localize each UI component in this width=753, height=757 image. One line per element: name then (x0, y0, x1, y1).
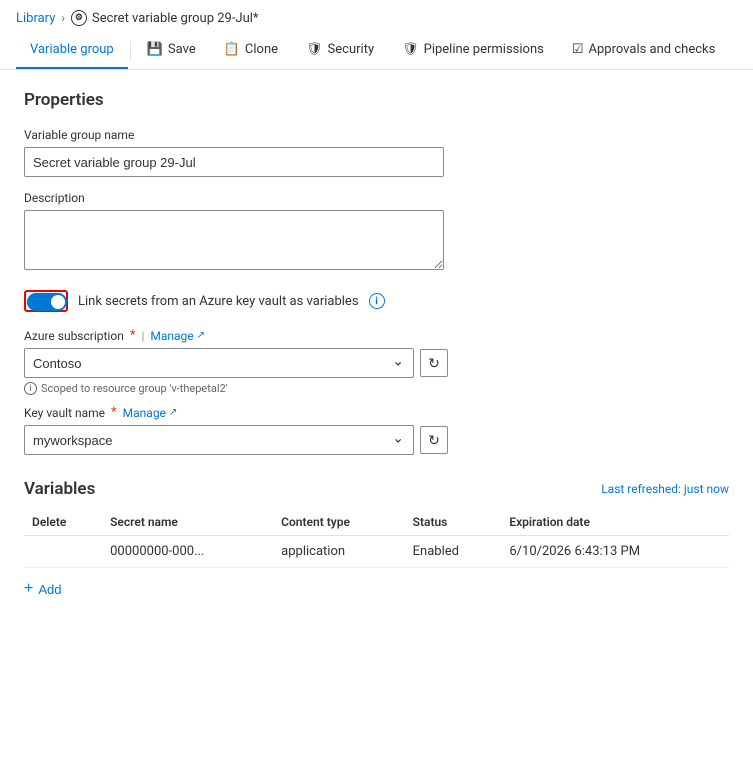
tab-security[interactable]: 🛡 Security (292, 32, 388, 69)
tab-save[interactable]: 💾 Save (133, 32, 210, 69)
description-input[interactable] (24, 210, 444, 270)
azure-subscription-section: Azure subscription * | Manage ↗ Contoso … (24, 328, 729, 455)
key-vault-select[interactable]: myworkspace (24, 425, 414, 455)
breadcrumb-separator: › (61, 11, 65, 25)
scope-info: i Scoped to resource group 'v-thepetal2' (24, 382, 729, 395)
variable-group-icon: ⚙ (71, 10, 87, 26)
table-row: 00000000-000... application Enabled 6/10… (24, 536, 729, 568)
tab-approvals-and-checks[interactable]: ☑ Approvals and checks (558, 32, 729, 69)
last-refreshed: Last refreshed: just now (601, 482, 729, 496)
clone-icon: 📋 (224, 42, 240, 57)
variable-group-name-label: Variable group name (24, 128, 729, 142)
scope-info-text: Scoped to resource group 'v-thepetal2' (41, 382, 228, 395)
key-vault-label: Key vault name (24, 406, 105, 420)
col-status: Status (405, 509, 502, 536)
breadcrumb: Library › ⚙ Secret variable group 29-Jul… (0, 0, 753, 32)
toggle-label: Link secrets from an Azure key vault as … (78, 294, 359, 309)
cell-delete (24, 536, 102, 568)
key-vault-external-icon: ↗ (169, 407, 177, 418)
variable-group-name-field: Variable group name (24, 128, 729, 177)
subscription-label-row: Azure subscription * | Manage ↗ (24, 328, 729, 343)
col-secret-name: Secret name (102, 509, 273, 536)
key-vault-label-row: Key vault name * Manage ↗ (24, 405, 729, 420)
approvals-tab-label: Approvals and checks (589, 42, 716, 57)
properties-title: Properties (24, 90, 729, 110)
description-field: Description (24, 191, 729, 274)
subscription-dropdown-container: Contoso (24, 348, 414, 378)
clone-tab-label: Clone (245, 42, 278, 57)
variables-title: Variables (24, 479, 95, 499)
tab-clone[interactable]: 📋 Clone (210, 32, 292, 69)
key-vault-dropdown-container: myworkspace (24, 425, 414, 455)
variables-header: Variables Last refreshed: just now (24, 479, 729, 499)
toggle-wrapper (24, 290, 68, 312)
key-vault-required: * (111, 405, 117, 420)
save-icon: 💾 (147, 42, 163, 57)
pipeline-permissions-tab-label: Pipeline permissions (424, 42, 544, 57)
subscription-label: Azure subscription (24, 329, 124, 343)
key-vault-dropdown-row: myworkspace ↻ (24, 425, 729, 455)
cell-secret-name[interactable]: 00000000-000... (102, 536, 273, 568)
security-tab-label: Security (328, 42, 375, 57)
save-tab-label: Save (168, 42, 196, 57)
toggle-info-icon[interactable]: i (369, 293, 385, 309)
key-vault-toggle[interactable] (27, 293, 67, 311)
key-vault-refresh-button[interactable]: ↻ (420, 426, 448, 454)
tab-pipeline-permissions[interactable]: 🛡 Pipeline permissions (388, 32, 558, 69)
subscription-dropdown-row: Contoso ↻ (24, 348, 729, 378)
library-link[interactable]: Library (16, 11, 55, 26)
toolbar: Variable group 💾 Save 📋 Clone 🛡 Security… (0, 32, 753, 70)
external-link-icon: ↗ (197, 330, 205, 341)
variables-section: Variables Last refreshed: just now Delet… (24, 479, 729, 606)
variable-group-name-input[interactable] (24, 147, 444, 177)
add-variable-button[interactable]: + Add (24, 572, 61, 606)
cell-content-type: application (273, 536, 404, 568)
variables-table: Delete Secret name Content type Status E… (24, 509, 729, 568)
scope-info-icon: i (24, 382, 37, 395)
description-label: Description (24, 191, 729, 205)
cell-status: Enabled (405, 536, 502, 568)
breadcrumb-current: ⚙ Secret variable group 29-Jul* (71, 10, 259, 26)
col-content-type: Content type (273, 509, 404, 536)
security-icon: 🛡 (306, 42, 323, 57)
main-content: Properties Variable group name Descripti… (0, 70, 753, 626)
manage-key-vault-link[interactable]: Manage ↗ (123, 406, 178, 420)
approvals-icon: ☑ (572, 42, 584, 57)
subscription-required: * (130, 328, 136, 343)
manage-subscription-link[interactable]: Manage ↗ (150, 329, 205, 343)
cell-expiration-date: 6/10/2026 6:43:13 PM (501, 536, 729, 568)
variable-group-tab-label: Variable group (30, 42, 114, 57)
add-plus-icon: + (24, 580, 33, 598)
toggle-knob (51, 295, 65, 309)
field-divider: | (141, 329, 144, 343)
col-delete: Delete (24, 509, 102, 536)
subscription-refresh-button[interactable]: ↻ (420, 349, 448, 377)
col-expiration-date: Expiration date (501, 509, 729, 536)
pipeline-permissions-icon: 🛡 (402, 42, 419, 57)
tab-variable-group[interactable]: Variable group (16, 32, 128, 69)
toggle-row: Link secrets from an Azure key vault as … (24, 290, 729, 312)
page-title: Secret variable group 29-Jul* (92, 11, 259, 26)
toolbar-divider-1 (130, 41, 131, 61)
subscription-select[interactable]: Contoso (24, 348, 414, 378)
add-label: Add (38, 582, 61, 597)
